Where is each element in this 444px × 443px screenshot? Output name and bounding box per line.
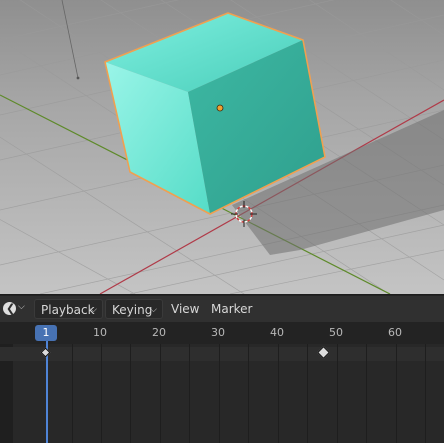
grid-line: [219, 344, 220, 443]
dopesheet-track-area[interactable]: [0, 344, 444, 443]
clock-icon: ❮: [3, 302, 16, 315]
grid-line: [337, 344, 338, 443]
grid-line: [130, 344, 131, 443]
grid-line: [101, 344, 102, 443]
grid-line: [366, 344, 367, 443]
chevron-down-icon: ⌵: [18, 302, 25, 312]
keying-menu-label: Keying: [112, 303, 153, 317]
chevron-down-icon: ⌵: [150, 305, 157, 315]
grid-line: [425, 344, 426, 443]
timeline-header: ❮ ⌵ Playback ⌵ Keying ⌵ View Marker: [0, 295, 444, 322]
grid-line: [189, 344, 190, 443]
object-origin: [216, 104, 224, 112]
grid-line: [248, 344, 249, 443]
grid-line: [160, 344, 161, 443]
ruler-label: 40: [270, 326, 284, 339]
playback-menu[interactable]: Playback ⌵: [34, 299, 103, 319]
summary-channel-row: [0, 347, 444, 361]
frame-ruler[interactable]: 10 20 30 40 50 60: [0, 322, 444, 344]
marker-menu[interactable]: Marker: [207, 299, 256, 319]
viewport-canvas[interactable]: [0, 0, 444, 294]
current-frame-indicator[interactable]: 1: [35, 325, 57, 341]
editor-type-selector[interactable]: ❮ ⌵: [1, 299, 29, 319]
grid-line: [307, 344, 308, 443]
grid-line: [278, 344, 279, 443]
ruler-label: 30: [211, 326, 225, 339]
grid-line: [72, 344, 73, 443]
ruler-label: 20: [152, 326, 166, 339]
ruler-label: 50: [329, 326, 343, 339]
playback-menu-label: Playback: [41, 303, 95, 317]
ruler-label: 10: [93, 326, 107, 339]
light-icon[interactable]: [76, 76, 80, 80]
grid-line: [396, 344, 397, 443]
chevron-down-icon: ⌵: [90, 305, 97, 315]
keying-menu[interactable]: Keying ⌵: [105, 299, 163, 319]
ruler-label: 60: [388, 326, 402, 339]
view-menu[interactable]: View: [167, 299, 203, 319]
3d-viewport[interactable]: [0, 0, 444, 294]
